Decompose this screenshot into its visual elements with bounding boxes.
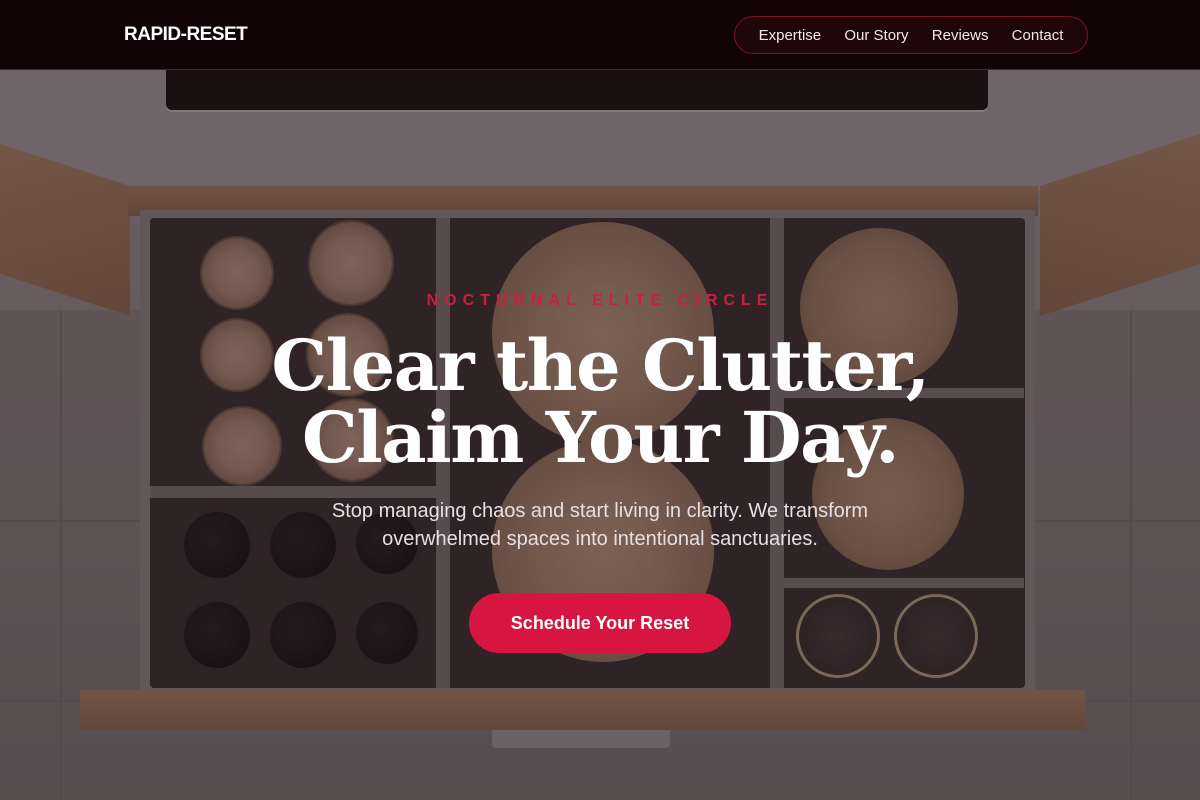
hero-headline: Clear the Clutter, Claim Your Day. xyxy=(0,330,1200,474)
nav-link-our-story[interactable]: Our Story xyxy=(844,27,908,44)
nav-menu: Expertise Our Story Reviews Contact xyxy=(734,16,1088,54)
top-navbar: RAPID-RESET Expertise Our Story Reviews … xyxy=(0,0,1200,70)
hero-headline-line-1: Clear the Clutter, xyxy=(271,324,930,407)
nav-link-expertise[interactable]: Expertise xyxy=(759,27,822,44)
hero-subtitle: Stop managing chaos and start living in … xyxy=(0,497,1200,553)
hero-subtitle-line-1: Stop managing chaos and start living in … xyxy=(331,500,869,522)
hero-headline-line-2: Claim Your Day. xyxy=(302,396,899,479)
nav-link-contact[interactable]: Contact xyxy=(1012,27,1064,44)
nav-link-reviews[interactable]: Reviews xyxy=(932,27,989,44)
schedule-reset-button[interactable]: Schedule Your Reset xyxy=(469,593,731,653)
hero-subtitle-line-2: overwhelmed spaces into intentional sanc… xyxy=(382,528,818,550)
brand-logo[interactable]: RAPID-RESET xyxy=(124,24,248,46)
hero-kicker: NOCTURNAL ELITE CIRCLE xyxy=(426,292,774,309)
